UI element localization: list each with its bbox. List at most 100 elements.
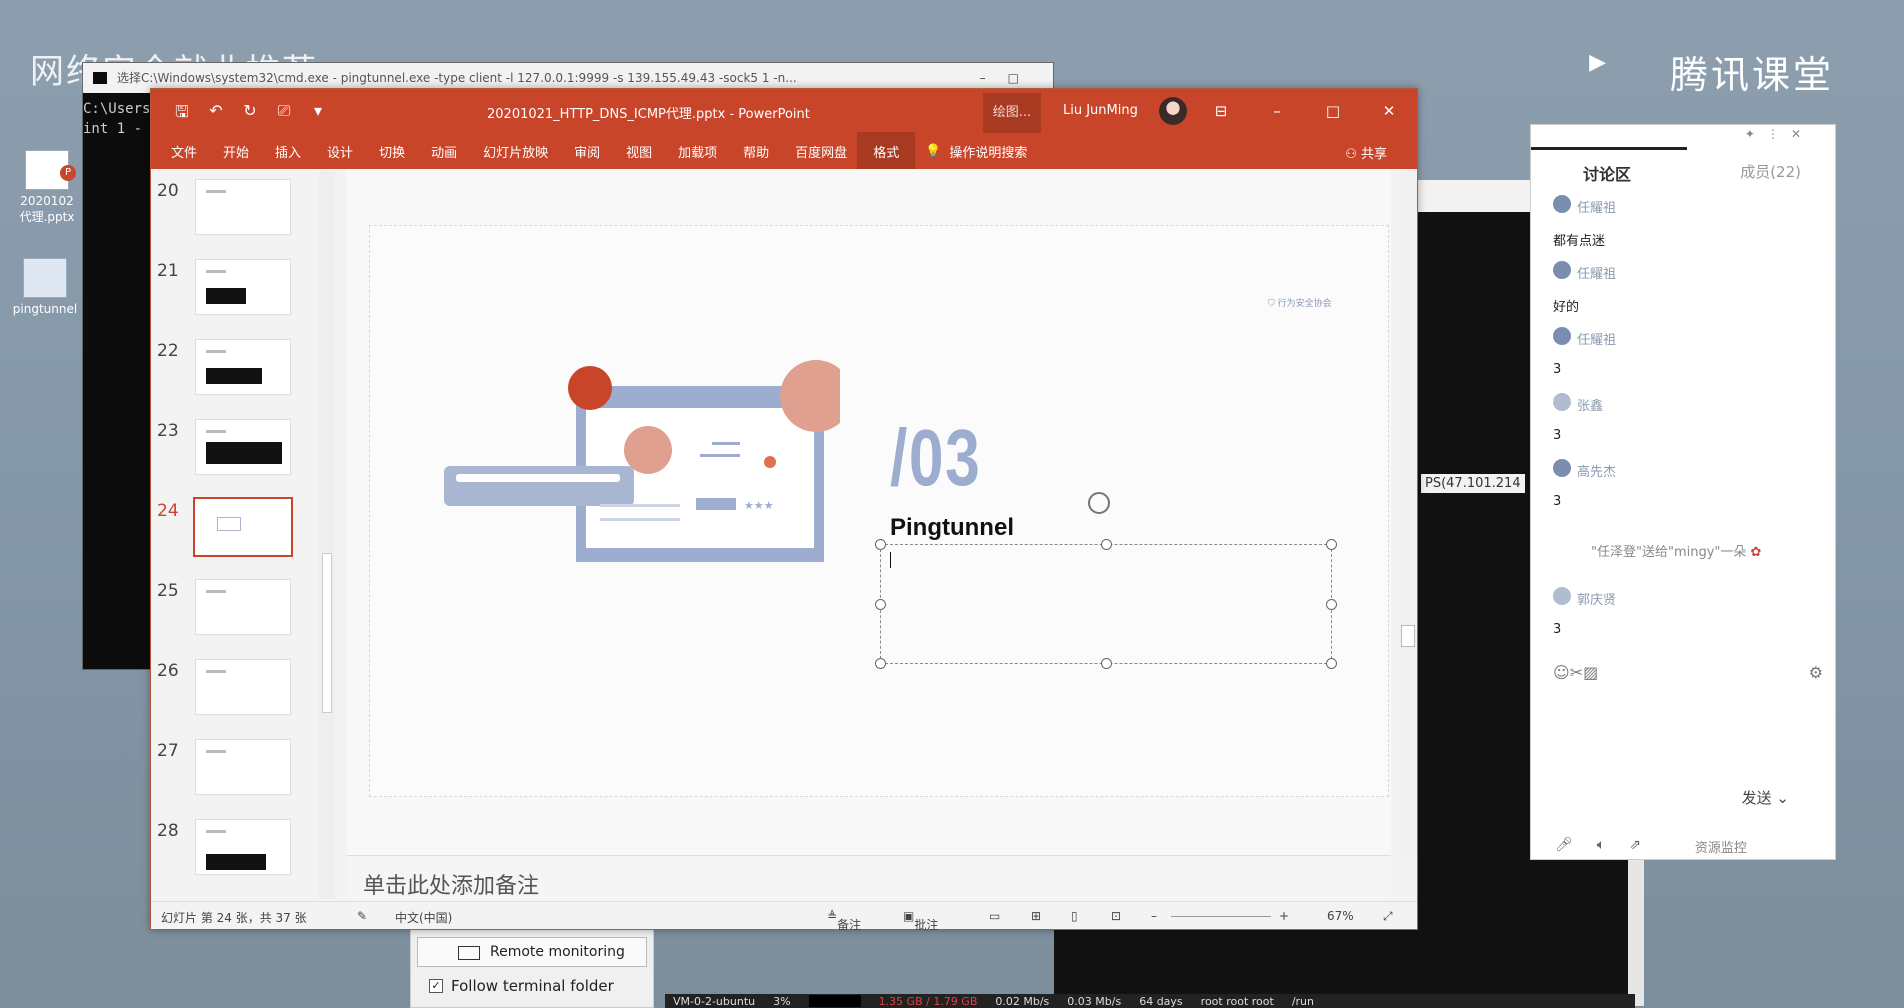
- panel-controls[interactable]: ✦⋮✕: [1745, 127, 1813, 141]
- zoom-level[interactable]: 67%: [1327, 909, 1354, 923]
- tab-design[interactable]: 设计: [327, 142, 353, 161]
- customize-qat-icon[interactable]: ▾: [309, 101, 327, 128]
- slideshow-icon[interactable]: ⊡: [1111, 909, 1121, 923]
- spellcheck-icon[interactable]: ✎: [357, 909, 367, 923]
- resource-monitor[interactable]: 资源监控: [1695, 837, 1747, 856]
- tab-members[interactable]: 成员(22): [1740, 161, 1801, 182]
- zoom-slider[interactable]: [1171, 916, 1271, 917]
- minimize-icon[interactable]: –: [1249, 89, 1305, 133]
- resize-handle[interactable]: [875, 599, 886, 610]
- tell-me-search[interactable]: 操作说明搜索: [949, 142, 1027, 161]
- resize-handle[interactable]: [875, 539, 886, 550]
- desktop-icon-pptx[interactable]: P 2020102 代理.pptx: [12, 150, 82, 225]
- zoom-out-icon[interactable]: –: [1151, 909, 1157, 923]
- resize-handle[interactable]: [1326, 658, 1337, 669]
- maximize-icon[interactable]: □: [1305, 89, 1361, 133]
- scissors-icon[interactable]: ✂: [1570, 663, 1583, 682]
- tab-view[interactable]: 视图: [626, 142, 652, 161]
- chevron-down-icon[interactable]: ⌄: [1776, 789, 1789, 807]
- presenter-icon[interactable]: ⎚: [275, 101, 293, 128]
- fit-to-window-icon[interactable]: ⤢: [1383, 909, 1393, 924]
- resize-handle[interactable]: [1326, 539, 1337, 550]
- user-name[interactable]: Liu JunMing: [1063, 103, 1138, 118]
- checkbox-box[interactable]: ✓: [429, 979, 443, 993]
- tab-animations[interactable]: 动画: [431, 142, 457, 161]
- comments-toggle[interactable]: ▣ 批注: [903, 909, 938, 932]
- shield-icon: ⛉: [1268, 299, 1278, 309]
- normal-view-icon[interactable]: ▭: [989, 909, 1000, 923]
- slide-number: 20: [157, 181, 179, 201]
- message-text: 都有点迷: [1553, 234, 1606, 249]
- undo-icon[interactable]: ↶: [207, 101, 225, 128]
- tab-baidu-netdisk[interactable]: 百度网盘: [795, 142, 847, 161]
- slide-number: 23: [157, 421, 179, 441]
- scroll-thumb[interactable]: [1401, 625, 1415, 647]
- thumbnail-scrollbar[interactable]: [319, 171, 335, 899]
- slide-thumbnail-selected[interactable]: 24: [151, 497, 293, 561]
- redo-icon[interactable]: ↻: [241, 101, 259, 128]
- monitor-icon: [458, 946, 480, 960]
- selected-textbox[interactable]: [875, 539, 1337, 669]
- slide-editor[interactable]: ⛉ 行为安全协会 ★★★ /03 Pingtunnel: [347, 169, 1391, 855]
- notes-pane[interactable]: 单击此处添加备注: [347, 855, 1391, 901]
- tab-file[interactable]: 文件: [171, 142, 197, 161]
- rotate-handle-icon[interactable]: [1088, 492, 1110, 514]
- scroll-thumb[interactable]: [322, 553, 332, 713]
- editor-scrollbar[interactable]: [1399, 169, 1417, 855]
- remote-monitoring-button[interactable]: Remote monitoring: [417, 937, 647, 967]
- powerpoint-window[interactable]: 🖫 ↶ ↻ ⎚ ▾ 20201021_HTTP_DNS_ICMP代理.pptx …: [150, 88, 1418, 932]
- section-title[interactable]: Pingtunnel: [890, 514, 1014, 542]
- resize-handle[interactable]: [1101, 539, 1112, 550]
- slide-thumbnail[interactable]: 26: [151, 659, 291, 721]
- slide-thumbnail[interactable]: 27: [151, 739, 291, 801]
- tab-insert[interactable]: 插入: [275, 142, 301, 161]
- resize-handle[interactable]: [1101, 658, 1112, 669]
- resize-handle[interactable]: [1326, 599, 1337, 610]
- slide-thumbnail[interactable]: 21: [151, 259, 291, 321]
- slide-thumbnail[interactable]: 22: [151, 339, 291, 401]
- share-screen-icon[interactable]: ⇗: [1629, 837, 1641, 856]
- notes-toggle[interactable]: ≜ 备注: [827, 909, 861, 932]
- thumbnail-image: [193, 497, 293, 557]
- share-button[interactable]: ⚇ 共享: [1345, 143, 1387, 162]
- tab-discussion[interactable]: 讨论区: [1583, 161, 1631, 185]
- avatar[interactable]: [1159, 97, 1187, 125]
- follow-terminal-folder-checkbox[interactable]: ✓ Follow terminal folder: [429, 977, 653, 995]
- user-avatar-icon: [1553, 261, 1571, 279]
- tab-review[interactable]: 审阅: [574, 142, 600, 161]
- slide-thumbnail[interactable]: 25: [151, 579, 291, 641]
- image-icon[interactable]: ▨: [1583, 663, 1598, 682]
- zoom-in-icon[interactable]: +: [1279, 909, 1289, 923]
- language-indicator[interactable]: 中文(中国): [395, 909, 452, 926]
- terminal-ip-label: PS(47.101.214: [1421, 474, 1525, 493]
- message-text: 3: [1553, 622, 1562, 637]
- settings-icon[interactable]: ⚙: [1809, 663, 1823, 682]
- notes-label: 备注: [837, 918, 862, 932]
- tab-format[interactable]: 格式: [857, 131, 916, 171]
- chat-message: 任耀祖 好的: [1553, 261, 1616, 315]
- ppt-titlebar[interactable]: 🖫 ↶ ↻ ⎚ ▾ 20201021_HTTP_DNS_ICMP代理.pptx …: [151, 89, 1417, 133]
- slide-thumbnail[interactable]: 23: [151, 419, 291, 481]
- tab-addins[interactable]: 加载项: [678, 142, 717, 161]
- microphone-icon[interactable]: 🎤︎: [1555, 837, 1573, 856]
- send-button[interactable]: 发送 ⌄: [1742, 787, 1789, 808]
- tab-slideshow[interactable]: 幻灯片放映: [483, 142, 548, 161]
- chat-message: 高先杰 3: [1553, 459, 1616, 509]
- desktop-icon-pingtunnel[interactable]: pingtunnel: [10, 258, 80, 316]
- slide-thumbnail[interactable]: 20: [151, 179, 291, 241]
- drawing-tools-context-tab[interactable]: 绘图...: [983, 93, 1041, 133]
- emoji-icon[interactable]: ☺: [1553, 663, 1570, 682]
- save-icon[interactable]: 🖫: [173, 101, 191, 128]
- ribbon-display-icon[interactable]: ⊟: [1193, 89, 1249, 133]
- tab-home[interactable]: 开始: [223, 142, 249, 161]
- tab-help[interactable]: 帮助: [743, 142, 769, 161]
- speaker-icon[interactable]: 🔈︎: [1597, 837, 1605, 856]
- chat-tabs: 讨论区 成员(22): [1531, 147, 1835, 185]
- slide-canvas[interactable]: ⛉ 行为安全协会 ★★★ /03 Pingtunnel: [369, 225, 1389, 797]
- slide-sorter-icon[interactable]: ⊞: [1031, 909, 1041, 923]
- tab-transitions[interactable]: 切换: [379, 142, 405, 161]
- slide-thumbnail[interactable]: 28: [151, 819, 291, 881]
- reading-view-icon[interactable]: ▯: [1071, 909, 1078, 923]
- resize-handle[interactable]: [875, 658, 886, 669]
- close-icon[interactable]: ✕: [1361, 89, 1417, 133]
